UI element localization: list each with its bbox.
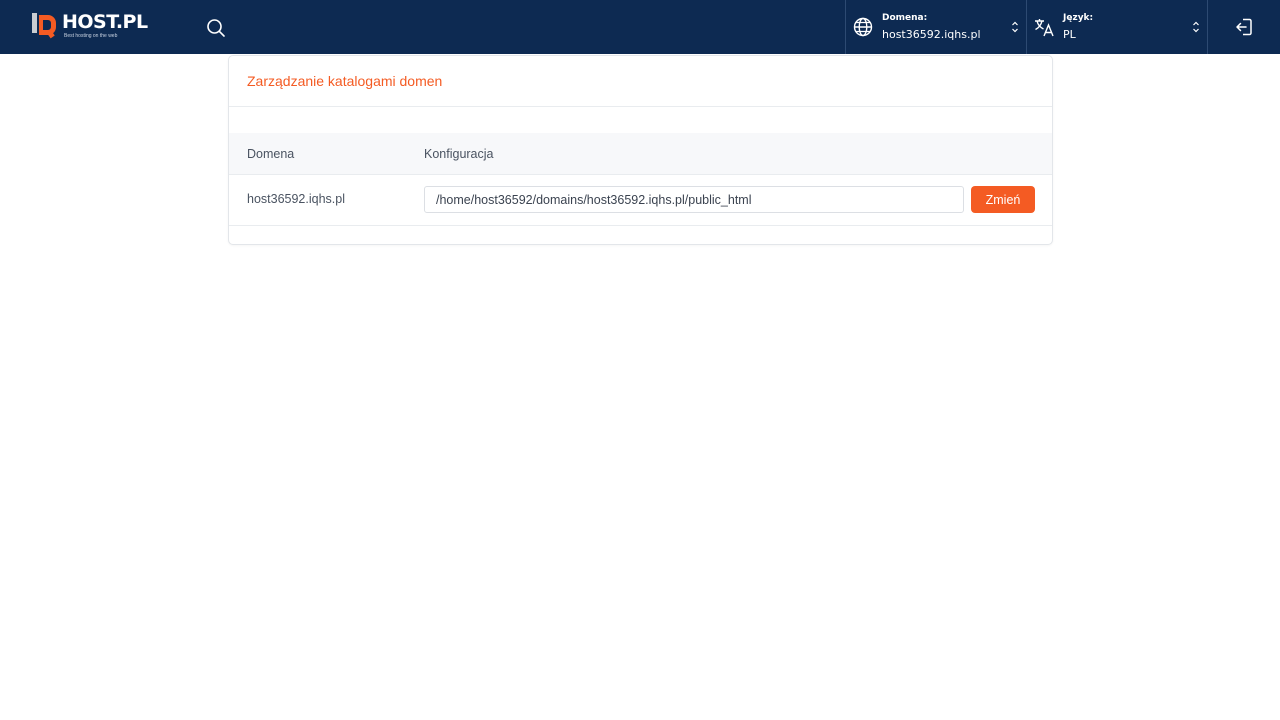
domain-selector-value: host36592.iqhs.pl bbox=[882, 27, 981, 41]
host-pl-logo[interactable]: HOST.PL Best hosting on the web bbox=[30, 11, 152, 41]
domain-selector[interactable]: Domena: host36592.iqhs.pl bbox=[845, 0, 1026, 54]
language-selector-value: PL bbox=[1063, 27, 1076, 41]
domain-directories-card: Zarządzanie katalogami domen Domena Konf… bbox=[228, 55, 1053, 245]
logo-tagline: Best hosting on the web bbox=[64, 33, 118, 39]
language-selector[interactable]: Język: PL bbox=[1026, 0, 1207, 54]
card-header: Zarządzanie katalogami domen bbox=[229, 56, 1052, 107]
table-row: host36592.iqhs.pl Zmień bbox=[229, 175, 1052, 226]
search-icon bbox=[207, 19, 225, 37]
translate-icon bbox=[1033, 16, 1055, 38]
domain-selector-label: Domena: bbox=[882, 12, 928, 23]
directory-path-input[interactable] bbox=[424, 186, 964, 213]
top-navbar: HOST.PL Best hosting on the web Domena: … bbox=[0, 0, 1280, 54]
language-selector-label: Język: bbox=[1063, 12, 1094, 23]
change-button[interactable]: Zmień bbox=[971, 186, 1035, 213]
logout-icon bbox=[1236, 18, 1252, 36]
column-header-domain: Domena bbox=[247, 146, 295, 161]
table-header: Domena Konfiguracja bbox=[229, 133, 1052, 175]
page-title: Zarządzanie katalogami domen bbox=[247, 73, 443, 89]
logo-mark-icon bbox=[30, 11, 58, 39]
chevron-up-down-icon bbox=[1193, 21, 1199, 33]
chevron-up-down-icon bbox=[1012, 21, 1018, 33]
logout-button[interactable] bbox=[1207, 0, 1280, 54]
globe-icon bbox=[852, 16, 874, 38]
logo-name: HOST.PL bbox=[62, 11, 148, 33]
search-button[interactable] bbox=[203, 15, 229, 41]
domains-table: Domena Konfiguracja host36592.iqhs.pl Zm… bbox=[229, 133, 1052, 226]
domain-name-cell: host36592.iqhs.pl bbox=[247, 192, 345, 206]
column-header-configuration: Konfiguracja bbox=[424, 146, 494, 161]
